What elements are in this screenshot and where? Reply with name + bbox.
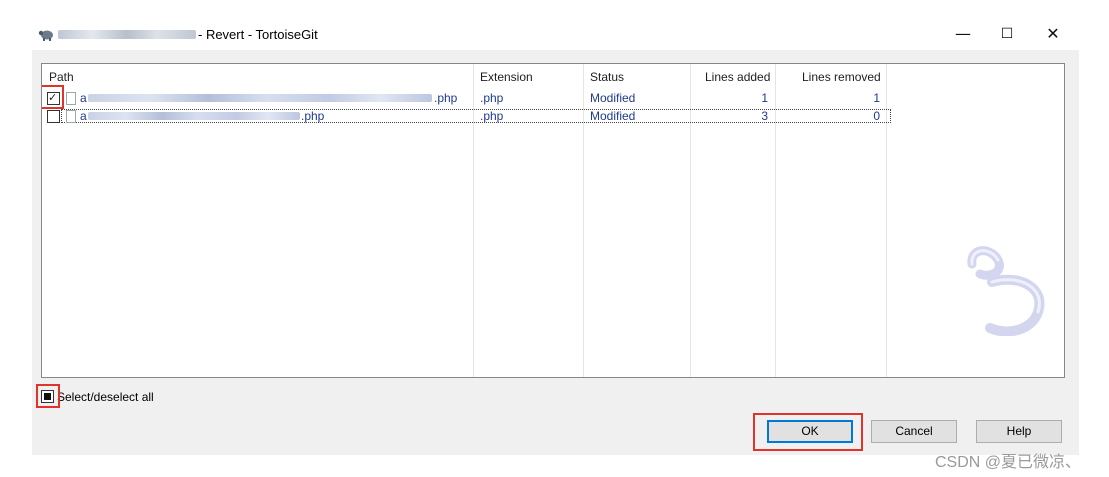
maximize-button[interactable]: ☐: [984, 18, 1030, 50]
path-prefix: a: [80, 91, 87, 105]
path-prefix: a: [80, 109, 87, 123]
tortoisegit-app-icon: [38, 30, 53, 41]
column-header-status[interactable]: Status: [590, 70, 624, 84]
title-bar: - Revert - TortoiseGit — ☐ ✕: [32, 18, 1079, 50]
path-suffix: .php: [434, 91, 458, 105]
tortoisegit-swirl-logo: [967, 246, 1045, 336]
file-icon: [66, 110, 76, 123]
close-button[interactable]: ✕: [1030, 18, 1076, 50]
file-icon: [66, 92, 76, 105]
window-title: - Revert - TortoiseGit: [198, 27, 318, 42]
extension-cell: .php: [480, 91, 504, 105]
column-header-lines-removed[interactable]: Lines removed: [802, 70, 881, 84]
column-header-extension[interactable]: Extension: [480, 70, 533, 84]
status-cell: Modified: [590, 109, 636, 123]
row-checkbox[interactable]: [47, 110, 60, 123]
status-cell: Modified: [590, 91, 636, 105]
minimize-button[interactable]: —: [940, 18, 986, 50]
path-blurred: [88, 112, 300, 120]
highlight-box: [753, 413, 863, 451]
highlight-box: [36, 384, 60, 408]
path-blurred: [88, 94, 432, 102]
path-suffix: .php: [301, 109, 325, 123]
file-list[interactable]: Path Extension Status Lines added Lines …: [41, 63, 1065, 378]
column-header-path[interactable]: Path: [49, 70, 74, 84]
highlight-box: [42, 85, 64, 109]
revert-dialog: - Revert - TortoiseGit — ☐ ✕ Path Extens…: [32, 18, 1079, 455]
lines-added-cell: 1: [761, 91, 768, 105]
extension-cell: .php: [480, 109, 504, 123]
csdn-watermark-text: CSDN @夏已微凉、: [935, 454, 1082, 471]
lines-added-cell: 3: [761, 109, 768, 123]
select-all-label[interactable]: Select/deselect all: [57, 390, 154, 404]
lines-removed-cell: 1: [873, 91, 880, 105]
column-header-lines-added[interactable]: Lines added: [705, 70, 770, 84]
window-title-blurred-repo: [58, 30, 196, 39]
cancel-button[interactable]: Cancel: [871, 420, 957, 443]
lines-removed-cell: 0: [873, 109, 880, 123]
help-button[interactable]: Help: [976, 420, 1062, 443]
